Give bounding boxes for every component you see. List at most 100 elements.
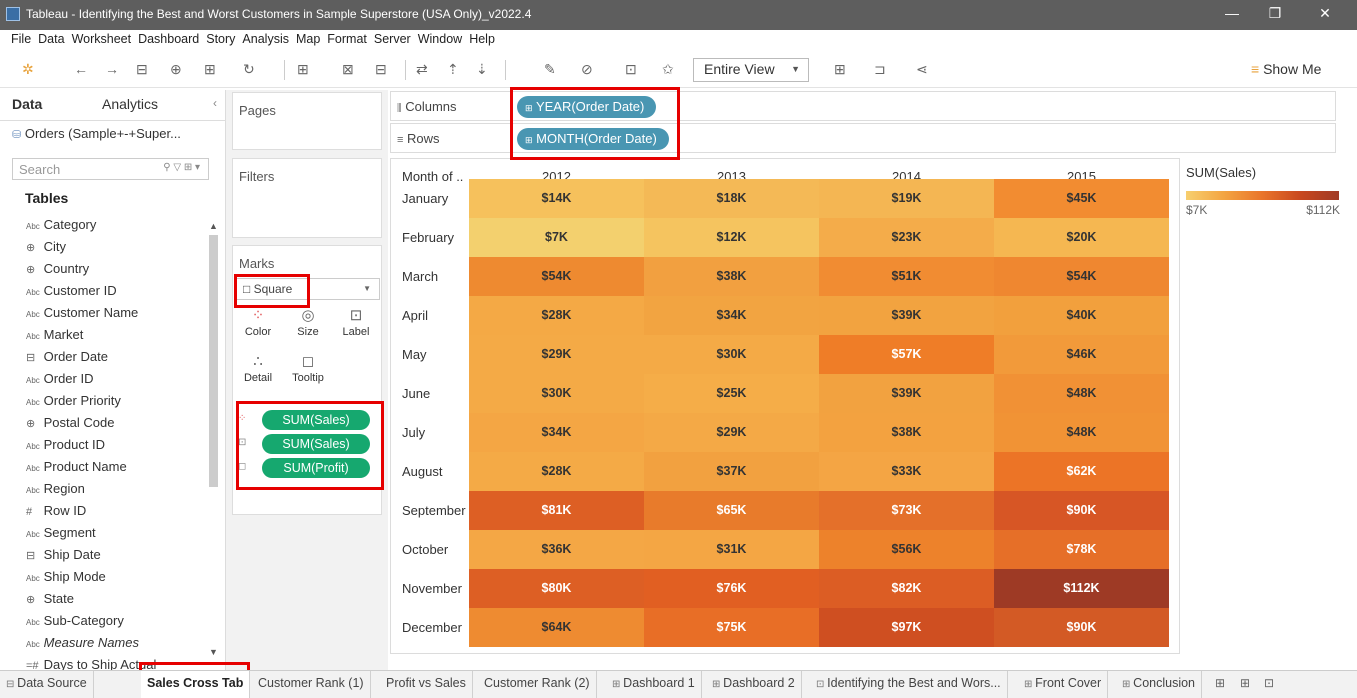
duplicate-sheet-icon[interactable]: ⊞ <box>297 61 309 78</box>
field-item[interactable]: Abc Product ID <box>26 434 206 456</box>
tableau-logo-icon[interactable]: ✲ <box>22 61 34 78</box>
month-header[interactable]: October <box>402 530 468 569</box>
crosstab-cell[interactable]: $37K <box>644 452 819 491</box>
month-header[interactable]: June <box>402 374 468 413</box>
menu-item-format[interactable]: Format <box>327 30 367 49</box>
minimize-icon[interactable]: — <box>1222 5 1242 21</box>
sheet-tab[interactable]: ⊡ Identifying the Best and Wors... <box>810 671 1008 698</box>
month-header[interactable]: January <box>402 179 468 218</box>
crosstab-cell[interactable]: $34K <box>469 413 644 452</box>
menu-item-dashboard[interactable]: Dashboard <box>138 30 199 49</box>
field-item[interactable]: ⊟ Order Date <box>26 346 206 368</box>
month-header[interactable]: August <box>402 452 468 491</box>
crosstab-cell[interactable]: $33K <box>819 452 994 491</box>
field-item[interactable]: Abc Customer ID <box>26 280 206 302</box>
crosstab-cell[interactable]: $40K <box>994 296 1169 335</box>
collapse-pane-icon[interactable]: ‹ <box>213 96 217 110</box>
crosstab-cell[interactable]: $80K <box>469 569 644 608</box>
sheet-tab[interactable]: Customer Rank (2) <box>478 671 597 698</box>
crosstab-cell[interactable]: $23K <box>819 218 994 257</box>
filters-card[interactable]: Filters <box>232 158 382 238</box>
tooltip-button[interactable]: ◻ Tooltip <box>286 352 330 384</box>
crosstab-cell[interactable]: $38K <box>819 413 994 452</box>
field-item[interactable]: ⊕ City <box>26 236 206 258</box>
menu-item-window[interactable]: Window <box>418 30 462 49</box>
search-filter-icon[interactable]: ⚲ ▽ ⊞ ▾ <box>163 162 200 173</box>
month-header[interactable]: February <box>402 218 468 257</box>
field-item[interactable]: Abc Order Priority <box>26 390 206 412</box>
undo-icon[interactable]: ← <box>74 61 88 77</box>
menu-item-data[interactable]: Data <box>38 30 64 49</box>
field-item[interactable]: Abc Market <box>26 324 206 346</box>
crosstab-cell[interactable]: $39K <box>819 296 994 335</box>
month-header[interactable]: December <box>402 608 468 647</box>
sheet-tab[interactable]: ⊟ Data Source <box>0 671 94 698</box>
show-labels-icon[interactable]: ⊡ <box>625 61 637 78</box>
sheet-tab[interactable]: Sales Cross Tab <box>141 671 251 698</box>
crosstab-cell[interactable]: $65K <box>644 491 819 530</box>
field-item[interactable]: Abc Region <box>26 478 206 500</box>
menu-item-analysis[interactable]: Analysis <box>242 30 289 49</box>
crosstab-cell[interactable]: $30K <box>469 374 644 413</box>
month-header[interactable]: July <box>402 413 468 452</box>
close-icon[interactable]: ✕ <box>1315 5 1335 22</box>
crosstab-cell[interactable]: $51K <box>819 257 994 296</box>
month-header[interactable]: April <box>402 296 468 335</box>
crosstab-cell[interactable]: $75K <box>644 608 819 647</box>
field-item[interactable]: ⊕ Country <box>26 258 206 280</box>
crosstab-cell[interactable]: $28K <box>469 452 644 491</box>
crosstab-cell[interactable]: $28K <box>469 296 644 335</box>
sheet-tab[interactable]: ⊞ Dashboard 1 <box>606 671 702 698</box>
field-item[interactable]: Abc Customer Name <box>26 302 206 324</box>
month-header[interactable]: May <box>402 335 468 374</box>
month-header[interactable]: March <box>402 257 468 296</box>
save-icon[interactable]: ⊟ <box>136 61 148 78</box>
menu-item-server[interactable]: Server <box>374 30 411 49</box>
crosstab-cell[interactable]: $54K <box>994 257 1169 296</box>
menu-item-map[interactable]: Map <box>296 30 320 49</box>
sheet-tab[interactable]: ⊞ Dashboard 2 <box>706 671 802 698</box>
crosstab-cell[interactable]: $30K <box>644 335 819 374</box>
crosstab-cell[interactable]: $19K <box>819 179 994 218</box>
refresh-icon[interactable]: ↻ <box>243 61 255 78</box>
crosstab-cell[interactable]: $73K <box>819 491 994 530</box>
fit-view-select[interactable]: Entire View ▼ <box>693 58 809 82</box>
field-item[interactable]: # Row ID <box>26 500 206 522</box>
group-icon[interactable]: ⊘ <box>581 61 593 78</box>
crosstab-view[interactable]: Month of .. 2012 2013 2014 2015 January $14K $… <box>390 158 1180 654</box>
show-me-button[interactable]: ≡ Show Me <box>1251 61 1321 77</box>
crosstab-cell[interactable]: $12K <box>644 218 819 257</box>
crosstab-cell[interactable]: $36K <box>469 530 644 569</box>
crosstab-cell[interactable]: $57K <box>819 335 994 374</box>
crosstab-cell[interactable]: $14K <box>469 179 644 218</box>
sheet-tab[interactable]: Customer Rank (1) <box>252 671 371 698</box>
menu-item-help[interactable]: Help <box>469 30 495 49</box>
crosstab-cell[interactable]: $76K <box>644 569 819 608</box>
crosstab-cell[interactable]: $34K <box>644 296 819 335</box>
crosstab-cell[interactable]: $56K <box>819 530 994 569</box>
crosstab-cell[interactable]: $39K <box>819 374 994 413</box>
sheet-tab[interactable]: ⊞ Front Cover <box>1018 671 1109 698</box>
crosstab-cell[interactable]: $54K <box>469 257 644 296</box>
crosstab-cell[interactable]: $29K <box>644 413 819 452</box>
field-item[interactable]: ⊕ State <box>26 588 206 610</box>
new-story-icon[interactable]: ⊡ <box>1264 676 1274 690</box>
pin-icon[interactable]: ✩ <box>662 61 674 78</box>
sort-ascending-icon[interactable]: ⇡ <box>447 61 459 78</box>
new-worksheet-icon[interactable]: ⊞ <box>1215 676 1225 690</box>
crosstab-cell[interactable]: $62K <box>994 452 1169 491</box>
field-item[interactable]: Abc Category <box>26 214 206 236</box>
new-dashboard-icon[interactable]: ⊞ <box>1240 676 1250 690</box>
crosstab-cell[interactable]: $45K <box>994 179 1169 218</box>
crosstab-cell[interactable]: $46K <box>994 335 1169 374</box>
redo-icon[interactable]: → <box>105 61 119 77</box>
datasource-item[interactable]: ⛁ Orders (Sample+-+Super... <box>12 126 181 141</box>
scroll-up-icon[interactable]: ▲ <box>209 221 218 231</box>
crosstab-cell[interactable]: $90K <box>994 608 1169 647</box>
crosstab-cell[interactable]: $7K <box>469 218 644 257</box>
sheet-tab[interactable]: Profit vs Sales <box>380 671 473 698</box>
crosstab-cell[interactable]: $25K <box>644 374 819 413</box>
search-input[interactable]: Search ⚲ ▽ ⊞ ▾ <box>12 158 209 180</box>
pages-card[interactable]: Pages <box>232 92 382 150</box>
month-header[interactable]: November <box>402 569 468 608</box>
